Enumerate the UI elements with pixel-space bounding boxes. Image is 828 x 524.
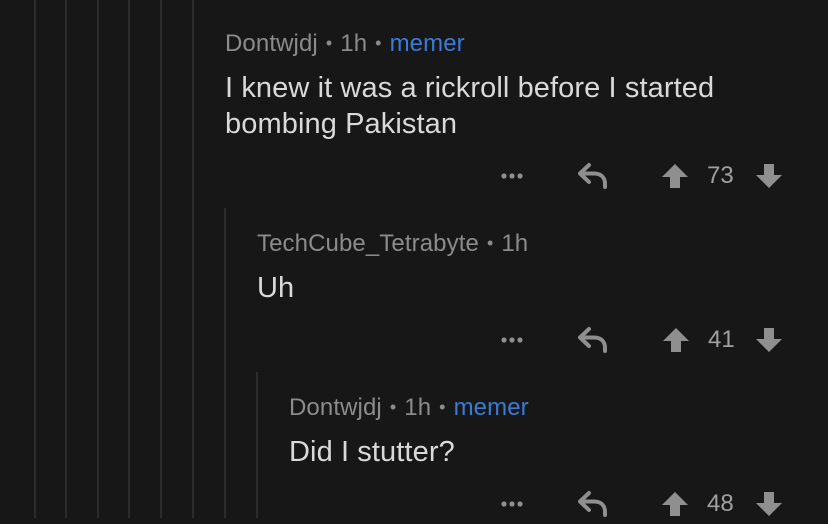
downvote-icon[interactable]	[752, 158, 786, 194]
vote-score: 48	[707, 490, 734, 517]
separator-dot: •	[439, 397, 446, 417]
more-options-icon[interactable]	[492, 489, 532, 519]
comment-time: 1h	[340, 30, 368, 57]
thread-line[interactable]	[160, 0, 162, 518]
reply-icon[interactable]	[573, 322, 613, 358]
comment: Dontwjdj • 1h • memer I knew it was a rickro…	[225, 29, 805, 142]
comment-actions: 73	[0, 156, 828, 196]
comment-time: 1h	[404, 394, 432, 421]
user-flair: memer	[453, 394, 529, 421]
thread-line[interactable]	[65, 0, 67, 518]
separator-dot: •	[375, 33, 382, 53]
more-options-icon[interactable]	[492, 161, 532, 191]
separator-dot: •	[325, 33, 333, 53]
user-flair: memer	[389, 30, 465, 57]
comment-body: Did I stutter?	[289, 436, 455, 468]
comment-time: 1h	[501, 230, 529, 257]
upvote-icon[interactable]	[658, 486, 692, 522]
separator-dot: •	[389, 397, 397, 417]
thread-line[interactable]	[97, 0, 99, 518]
comment: Dontwjdj • 1h • memer Did I stutter?	[289, 393, 809, 470]
separator-dot: •	[486, 233, 494, 253]
comment-meta: TechCube_Tetrabyte • 1h	[257, 229, 797, 260]
upvote-icon[interactable]	[659, 322, 693, 358]
vote-score: 73	[707, 162, 734, 189]
downvote-icon[interactable]	[752, 322, 786, 358]
upvote-icon[interactable]	[658, 158, 692, 194]
comment-body: Uh	[257, 272, 295, 304]
reply-icon[interactable]	[573, 158, 613, 194]
comment: TechCube_Tetrabyte • 1h Uh	[257, 229, 797, 306]
vote-score: 41	[708, 326, 735, 353]
comment-actions: 48	[0, 484, 828, 524]
reply-icon[interactable]	[573, 486, 613, 522]
thread-line[interactable]	[34, 0, 36, 518]
more-options-icon[interactable]	[492, 325, 532, 355]
thread-line[interactable]	[224, 208, 226, 518]
comment-meta: Dontwjdj • 1h • memer	[289, 393, 809, 424]
comment-author[interactable]: Dontwjdj	[225, 30, 318, 57]
comment-body: I knew it was a rickroll before I starte…	[225, 72, 715, 140]
comment-author[interactable]: TechCube_Tetrabyte	[257, 230, 479, 257]
comment-meta: Dontwjdj • 1h • memer	[225, 29, 805, 60]
thread-line[interactable]	[128, 0, 130, 518]
thread-line[interactable]	[192, 0, 194, 518]
comment-actions: 41	[0, 320, 828, 360]
comment-author[interactable]: Dontwjdj	[289, 394, 382, 421]
downvote-icon[interactable]	[752, 486, 786, 522]
